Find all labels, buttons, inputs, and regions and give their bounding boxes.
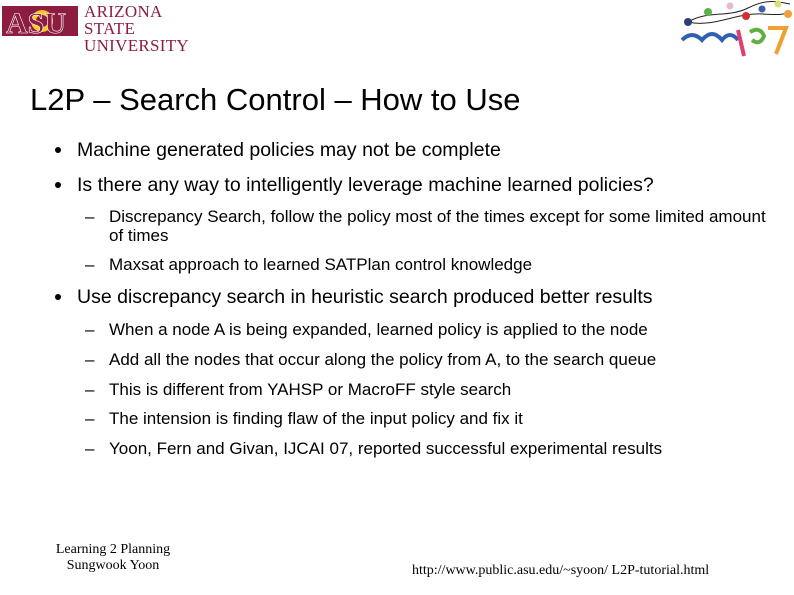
slide-title: L2P – Search Control – How to Use	[30, 82, 521, 117]
sub-bullet: – Yoon, Fern and Givan, IJCAI 07, report…	[85, 439, 729, 458]
dash-icon: –	[85, 380, 95, 399]
asu-wordmark: ARIZONA STATE UNIVERSITY	[84, 3, 190, 54]
bullet-text: Use discrepancy search in heuristic sear…	[77, 286, 653, 308]
footer-url[interactable]: http://www.public.asu.edu/~syoon/ L2P-tu…	[412, 563, 709, 579]
icaps07-logo-icon	[680, 0, 792, 57]
sub-bullet-text: When a node A is being expanded, learned…	[109, 320, 648, 339]
sub-bullet-text: This is different from YAHSP or MacroFF …	[109, 380, 512, 399]
sub-bullet-text: Yoon, Fern and Givan, IJCAI 07, reported…	[109, 439, 663, 458]
footer-course: Learning 2 Planning	[55, 542, 171, 557]
bullet-dot-icon	[55, 182, 61, 188]
bullet-dot-icon	[55, 147, 61, 153]
sub-bullet-text: The intension is finding flaw of the inp…	[109, 409, 523, 428]
asu-sun-icon: ASU	[2, 6, 78, 37]
asu-line2: UNIVERSITY	[84, 36, 189, 55]
dash-icon: –	[85, 207, 95, 226]
sub-bullet: – Maxsat approach to learned SATPlan con…	[85, 255, 769, 274]
bullet-dot-icon	[55, 294, 61, 300]
sub-bullet: – The intension is finding flaw of the i…	[85, 409, 769, 428]
sub-bullet: – When a node A is being expanded, learn…	[85, 320, 769, 339]
bullet-2: Is there any way to intelligently levera…	[55, 174, 654, 196]
asu-logo: ASU ARIZONA STATE UNIVERSITY	[0, 0, 190, 54]
sub-bullet: – Discrepancy Search, follow the policy …	[85, 207, 769, 245]
dash-icon: –	[85, 255, 95, 274]
dash-icon: –	[85, 439, 95, 458]
asu-mark-text: ASU	[6, 7, 66, 37]
bullet-3: Use discrepancy search in heuristic sear…	[55, 286, 653, 308]
footer-credit: Learning 2 Planning Sungwook Yoon	[38, 542, 188, 574]
sub-bullet-text: Add all the nodes that occur along the p…	[109, 350, 657, 369]
dash-icon: –	[85, 350, 95, 369]
sub-bullet-text: Maxsat approach to learned SATPlan contr…	[109, 255, 533, 274]
sub-bullet-text: Discrepancy Search, follow the policy mo…	[109, 207, 766, 245]
sub-bullet: – This is different from YAHSP or MacroF…	[85, 380, 769, 399]
bullet-1: Machine generated policies may not be co…	[55, 139, 501, 161]
asu-line1: ARIZONA STATE	[84, 2, 162, 38]
bullet-text: Machine generated policies may not be co…	[77, 139, 501, 161]
sub-bullet: – Add all the nodes that occur along the…	[85, 350, 769, 369]
footer-author: Sungwook Yoon	[66, 558, 160, 573]
bullet-text: Is there any way to intelligently levera…	[77, 174, 654, 196]
dash-icon: –	[85, 320, 95, 339]
dash-icon: –	[85, 409, 95, 428]
